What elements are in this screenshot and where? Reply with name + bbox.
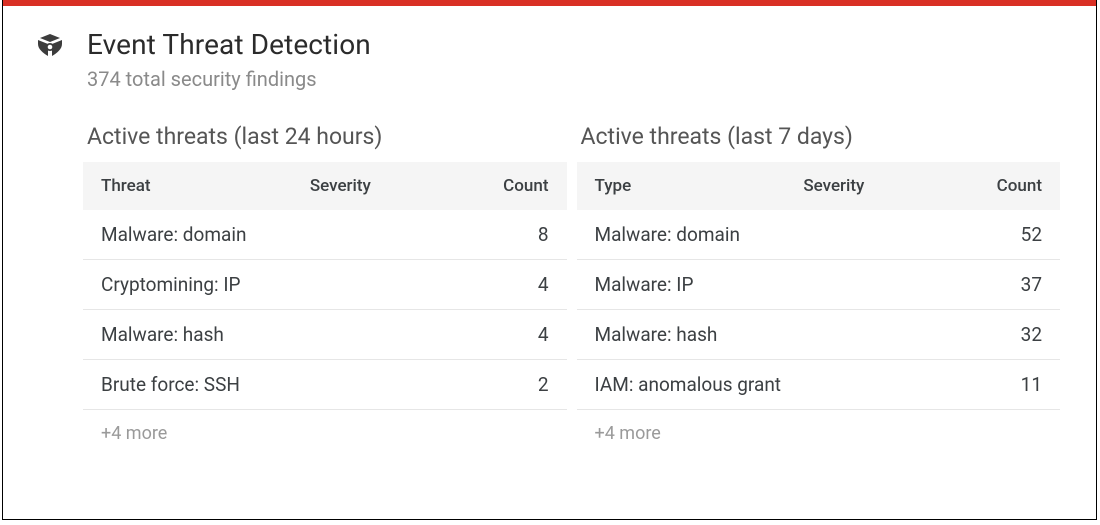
cell-severity bbox=[310, 323, 459, 346]
col-header-severity: Severity bbox=[803, 176, 952, 196]
table-row[interactable]: Malware: hash 4 bbox=[83, 310, 567, 360]
col-header-type: Type bbox=[595, 176, 804, 196]
threats-table-24h: Threat Severity Count Malware: domain 8 … bbox=[83, 162, 567, 457]
cell-count: 11 bbox=[953, 373, 1043, 396]
panel-title: Active threats (last 7 days) bbox=[581, 123, 1061, 150]
panel-last-7d: Active threats (last 7 days) Type Severi… bbox=[577, 105, 1061, 457]
cell-threat: Malware: hash bbox=[101, 323, 310, 346]
table-row[interactable]: Malware: hash 32 bbox=[577, 310, 1061, 360]
cell-count: 37 bbox=[953, 273, 1043, 296]
cell-count: 2 bbox=[459, 373, 549, 396]
table-row[interactable]: Malware: domain 52 bbox=[577, 210, 1061, 260]
cell-threat: Malware: domain bbox=[101, 223, 310, 246]
cell-severity bbox=[803, 323, 952, 346]
table-row[interactable]: Malware: domain 8 bbox=[83, 210, 567, 260]
cell-count: 52 bbox=[953, 223, 1043, 246]
cell-threat: Brute force: SSH bbox=[101, 373, 310, 396]
table-row[interactable]: Brute force: SSH 2 bbox=[83, 360, 567, 410]
cell-count: 4 bbox=[459, 323, 549, 346]
panel-last-24h: Active threats (last 24 hours) Threat Se… bbox=[83, 105, 567, 457]
cell-count: 4 bbox=[459, 273, 549, 296]
cell-threat: Malware: IP bbox=[595, 273, 804, 296]
card-header: Event Threat Detection 374 total securit… bbox=[3, 6, 1096, 99]
col-header-count: Count bbox=[459, 176, 549, 196]
shield-icon bbox=[33, 28, 67, 69]
page-title: Event Threat Detection bbox=[87, 28, 371, 61]
cell-threat: Malware: domain bbox=[595, 223, 804, 246]
table-row[interactable]: IAM: anomalous grant 11 bbox=[577, 360, 1061, 410]
page-subtitle: 374 total security findings bbox=[87, 67, 371, 91]
cell-severity bbox=[803, 373, 952, 396]
cell-count: 32 bbox=[953, 323, 1043, 346]
more-link[interactable]: +4 more bbox=[577, 410, 1061, 457]
cell-severity bbox=[803, 273, 952, 296]
table-header: Type Severity Count bbox=[577, 162, 1061, 210]
more-link[interactable]: +4 more bbox=[83, 410, 567, 457]
cell-severity bbox=[310, 273, 459, 296]
cell-severity bbox=[803, 223, 952, 246]
cell-severity bbox=[310, 373, 459, 396]
col-header-threat: Threat bbox=[101, 176, 310, 196]
col-header-count: Count bbox=[953, 176, 1043, 196]
cell-threat: Malware: hash bbox=[595, 323, 804, 346]
cell-threat: Cryptomining: IP bbox=[101, 273, 310, 296]
cell-severity bbox=[310, 223, 459, 246]
threats-table-7d: Type Severity Count Malware: domain 52 M… bbox=[577, 162, 1061, 457]
table-row[interactable]: Cryptomining: IP 4 bbox=[83, 260, 567, 310]
table-header: Threat Severity Count bbox=[83, 162, 567, 210]
cell-count: 8 bbox=[459, 223, 549, 246]
cell-threat: IAM: anomalous grant bbox=[595, 373, 804, 396]
table-row[interactable]: Malware: IP 37 bbox=[577, 260, 1061, 310]
panel-title: Active threats (last 24 hours) bbox=[87, 123, 567, 150]
threat-detection-card: Event Threat Detection 374 total securit… bbox=[2, 0, 1097, 520]
col-header-severity: Severity bbox=[310, 176, 459, 196]
